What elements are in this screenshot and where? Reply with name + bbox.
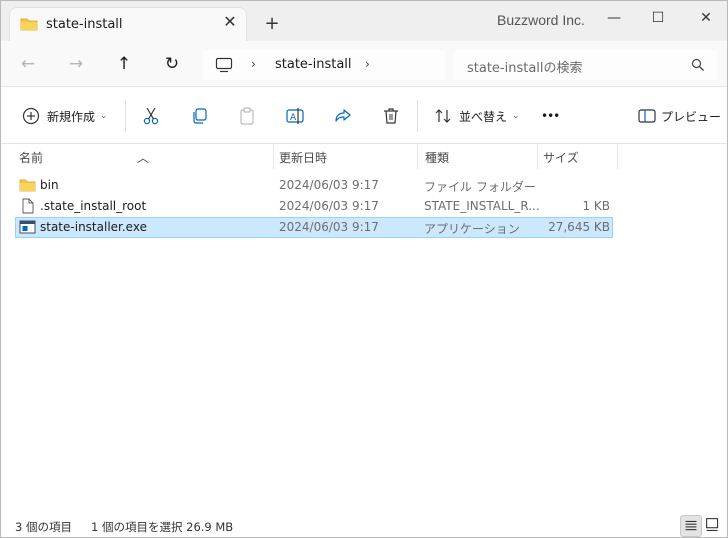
computer-icon	[215, 57, 233, 73]
preview-button[interactable]: プレビュー	[637, 104, 721, 128]
clipboard-icon	[240, 107, 254, 125]
share-icon	[335, 109, 351, 122]
back-button[interactable]: ←	[17, 53, 39, 75]
file-name: .state_install_root	[40, 199, 147, 213]
file-modified: 2024/06/03 9:17	[279, 178, 379, 192]
minimize-button[interactable]: —	[599, 7, 629, 29]
divider	[417, 100, 418, 132]
file-modified: 2024/06/03 9:17	[279, 199, 379, 213]
folder-icon	[20, 18, 38, 31]
plus-circle-icon	[22, 107, 40, 125]
file-icon	[22, 198, 34, 214]
rename-button[interactable]: A	[285, 104, 305, 128]
close-window-button[interactable]: ✕	[691, 7, 721, 29]
item-count: 3 個の項目	[15, 520, 72, 534]
title-bar: state-install ✕ + Buzzword Inc. — ☐ ✕	[1, 1, 727, 41]
sort-button[interactable]: 並べ替え ⌄	[433, 104, 520, 128]
breadcrumb-folder[interactable]: state-install	[275, 57, 352, 72]
folder-icon	[19, 179, 36, 192]
sort-ascending-icon: ︿	[137, 151, 150, 165]
search-box[interactable]: state-installの検索	[453, 50, 717, 80]
breadcrumb-chevron-icon[interactable]: ›	[251, 57, 256, 71]
preview-pane-icon	[638, 109, 656, 123]
column-headers: ︿ 名前 更新日時 種類 サイズ	[1, 145, 727, 169]
up-button[interactable]: ↑	[113, 53, 135, 75]
file-size: 1 KB	[582, 199, 610, 213]
file-type: アプリケーション	[424, 222, 520, 236]
file-modified: 2024/06/03 9:17	[279, 220, 379, 234]
cut-button[interactable]	[141, 104, 161, 128]
navigation-bar: ← → ↑ ↻ › state-install › state-installの…	[1, 41, 727, 87]
forward-button[interactable]: →	[65, 53, 87, 75]
chevron-down-icon: ⌄	[512, 111, 520, 121]
copy-button[interactable]	[189, 104, 209, 128]
column-divider[interactable]	[273, 145, 274, 169]
rename-icon: A	[286, 108, 304, 124]
file-explorer-window: state-install ✕ + Buzzword Inc. — ☐ ✕ ← …	[0, 0, 728, 538]
new-button[interactable]: 新規作成 ⌄	[21, 104, 108, 128]
file-type: STATE_INSTALL_R...	[424, 199, 540, 213]
delete-button[interactable]	[381, 104, 401, 128]
paste-button[interactable]	[237, 104, 257, 128]
svg-text:A: A	[290, 113, 297, 123]
chevron-down-icon: ⌄	[100, 111, 108, 121]
copy-icon	[193, 108, 207, 124]
column-divider[interactable]	[537, 145, 538, 169]
address-bar[interactable]: › state-install ›	[203, 50, 445, 80]
column-size[interactable]: サイズ	[543, 149, 579, 166]
status-bar: 3 個の項目 1 個の項目を選択 26.9 MB	[1, 513, 727, 537]
tiles-view-icon	[706, 518, 719, 531]
sort-label: 並べ替え	[459, 109, 508, 124]
new-label: 新規作成	[47, 109, 96, 124]
preview-label: プレビュー	[661, 109, 722, 124]
divider	[125, 100, 126, 132]
details-view-button[interactable]	[680, 515, 702, 537]
tab-state-install[interactable]: state-install ✕	[9, 7, 247, 41]
share-button[interactable]	[333, 104, 353, 128]
breadcrumb-chevron-icon[interactable]: ›	[365, 57, 370, 71]
more-icon: •••	[541, 109, 560, 123]
search-input[interactable]: state-installの検索	[467, 57, 583, 76]
column-name[interactable]: 名前	[19, 149, 43, 166]
scissors-icon	[143, 107, 159, 125]
column-divider[interactable]	[417, 145, 418, 169]
maximize-button[interactable]: ☐	[643, 7, 673, 29]
column-modified[interactable]: 更新日時	[279, 149, 327, 166]
new-tab-button[interactable]: +	[263, 15, 281, 33]
details-view-icon	[685, 520, 697, 531]
refresh-button[interactable]: ↻	[161, 53, 183, 75]
list-item[interactable]: .state_install_root 2024/06/03 9:17 STAT…	[15, 196, 613, 217]
search-icon	[691, 58, 704, 71]
command-bar: 新規作成 ⌄ A 並べ替え ⌄ ••• プレビュー	[1, 88, 727, 144]
column-divider[interactable]	[617, 145, 618, 169]
selection-info: 1 個の項目を選択 26.9 MB	[91, 520, 234, 534]
file-size: 27,645 KB	[548, 220, 610, 234]
tab-close-icon[interactable]: ✕	[222, 14, 238, 30]
brand-label: Buzzword Inc.	[497, 12, 585, 28]
file-name: bin	[40, 178, 59, 192]
file-name: state-installer.exe	[40, 220, 147, 234]
file-type: ファイル フォルダー	[424, 180, 536, 194]
sort-icon	[435, 109, 451, 123]
list-item-selected[interactable]: state-installer.exe 2024/06/03 9:17 アプリケ…	[15, 217, 613, 238]
tiles-view-button[interactable]	[703, 515, 725, 537]
more-options-button[interactable]: •••	[541, 104, 560, 128]
list-item[interactable]: bin 2024/06/03 9:17 ファイル フォルダー	[15, 175, 613, 196]
trash-icon	[384, 108, 398, 124]
column-type[interactable]: 種類	[425, 149, 449, 166]
app-icon	[19, 220, 36, 234]
tab-title: state-install	[46, 17, 123, 32]
